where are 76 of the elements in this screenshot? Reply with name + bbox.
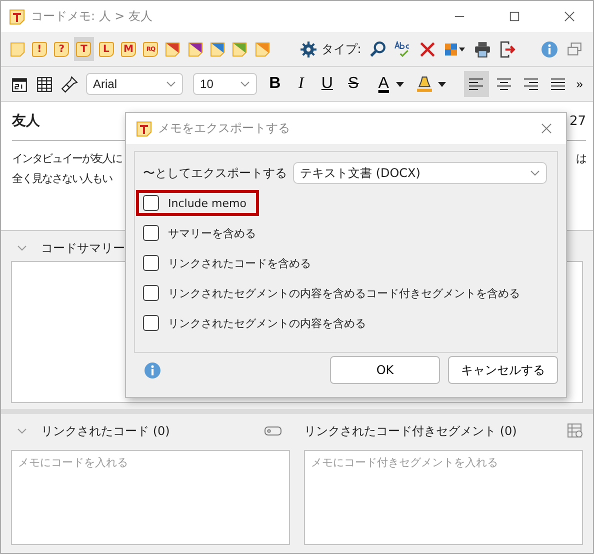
option-label: リンクされたセグメントの内容を含める xyxy=(168,316,366,330)
highlighter-icon[interactable] xyxy=(416,76,434,92)
spellcheck-icon[interactable] xyxy=(394,40,412,58)
info-icon[interactable] xyxy=(144,362,161,378)
tag-icon[interactable] xyxy=(264,426,282,436)
chevron-down-icon xyxy=(530,170,540,176)
underline-button[interactable]: U xyxy=(316,71,339,97)
align-left-button[interactable] xyxy=(464,71,489,97)
checkbox[interactable] xyxy=(143,195,159,211)
memo-type-button[interactable]: ? xyxy=(52,37,72,61)
option-label: Include memo xyxy=(168,196,246,210)
segment-settings-icon[interactable] xyxy=(567,423,583,439)
print-icon[interactable] xyxy=(474,40,492,58)
type-label: タイプ: xyxy=(321,40,362,58)
font-color-button[interactable]: A xyxy=(374,71,392,97)
more-button[interactable]: » xyxy=(572,77,587,91)
italic-button[interactable]: I xyxy=(289,71,313,97)
option-checkbox[interactable]: リンクされたコードを含める xyxy=(136,250,324,276)
memo-type-button[interactable]: M xyxy=(118,37,139,61)
linked-codes-field[interactable]: メモにコードを入れる xyxy=(11,450,290,545)
option-label: リンクされたセグメントの内容を含めるコード付きセグメントを含める xyxy=(168,286,520,300)
chevron-down-icon xyxy=(240,81,250,87)
bold-button[interactable]: B xyxy=(263,71,286,97)
linked-segments-title: リンクされたコード付きセグメント (0) xyxy=(304,422,517,440)
option-checkbox[interactable]: サマリーを含める xyxy=(136,220,269,246)
memo-text: 全く見なさない人もい xyxy=(12,171,112,187)
memo-text: インタビュイーが友人に xyxy=(12,151,122,167)
memo-type-button[interactable]: T xyxy=(74,37,94,61)
delete-icon[interactable] xyxy=(419,40,436,58)
search-icon[interactable] xyxy=(369,40,386,58)
checkbox[interactable] xyxy=(143,315,159,331)
caret-icon[interactable] xyxy=(438,82,446,86)
memo-icon xyxy=(10,42,25,56)
caret-icon[interactable] xyxy=(396,82,404,86)
memo-date: 27 xyxy=(569,114,586,128)
window-title: コードメモ: 人 > 友人 xyxy=(31,8,153,25)
checkbox[interactable] xyxy=(143,255,159,271)
format-select[interactable]: テキスト文書 (DOCX) xyxy=(293,162,547,184)
cancel-button[interactable]: キャンセルする xyxy=(448,356,558,384)
option-checkbox[interactable]: リンクされたセグメントの内容を含めるコード付きセグメントを含める xyxy=(136,280,533,306)
undock-icon[interactable] xyxy=(566,40,583,58)
option-checkbox[interactable]: リンクされたセグメントの内容を含める xyxy=(136,310,379,336)
color-swap-icon[interactable] xyxy=(444,40,466,58)
size-select[interactable]: 10 xyxy=(193,73,258,95)
export-icon[interactable] xyxy=(499,40,516,58)
checkbox[interactable] xyxy=(143,225,159,241)
export-as-label: 〜としてエクスポートする xyxy=(143,164,287,182)
info-icon[interactable] xyxy=(540,40,558,58)
align-center-icon xyxy=(496,77,512,91)
dialog-title: メモをエクスポートする xyxy=(158,120,290,137)
close-icon[interactable] xyxy=(541,123,552,134)
highlighted-option[interactable]: Include memo xyxy=(136,190,260,216)
calendar-icon[interactable] xyxy=(11,76,28,92)
memo-type-button[interactable]: L xyxy=(96,37,116,61)
table-icon[interactable] xyxy=(36,76,53,92)
maximize-icon[interactable] xyxy=(509,11,520,22)
checkbox[interactable] xyxy=(143,285,159,301)
align-right-icon xyxy=(522,77,539,91)
memo-type-button[interactable]: ! xyxy=(29,37,50,61)
linked-segments-field[interactable]: メモにコード付きセグメントを入れる xyxy=(304,450,583,545)
ok-button[interactable]: OK xyxy=(330,356,440,384)
memo-icon xyxy=(136,120,152,136)
brush-icon[interactable] xyxy=(61,76,78,92)
align-left-icon xyxy=(468,77,484,91)
option-label: リンクされたコードを含める xyxy=(168,256,311,270)
memo-text: は xyxy=(576,151,586,167)
linked-codes-title: リンクされたコード (0) xyxy=(41,422,170,440)
close-icon[interactable] xyxy=(564,11,575,22)
strike-button[interactable]: S xyxy=(342,71,365,97)
option-label: サマリーを含める xyxy=(168,226,256,240)
align-justify-icon xyxy=(550,77,566,91)
font-select[interactable]: Arial xyxy=(86,73,184,95)
memo-icon xyxy=(9,8,25,24)
chevron-down-icon xyxy=(166,81,176,87)
summary-title: コードサマリー xyxy=(41,240,125,256)
memo-title: 友人 xyxy=(12,112,40,130)
